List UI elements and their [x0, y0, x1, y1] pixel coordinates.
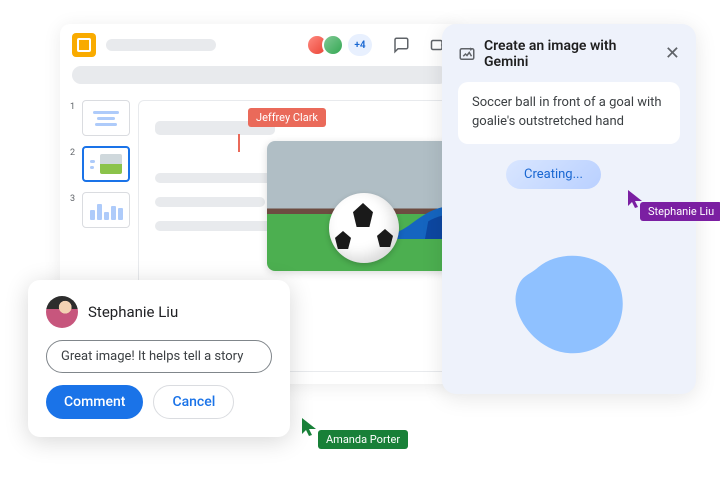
toolbar-placeholder[interactable]: [72, 66, 448, 84]
comment-input[interactable]: [46, 340, 272, 373]
collaborator-tag-amanda: Amanda Porter: [318, 430, 408, 449]
panel-title: Create an image with Gemini: [484, 38, 657, 70]
comment-cancel-button[interactable]: Cancel: [153, 385, 234, 419]
text-placeholder: [155, 197, 265, 207]
app-header: +4: [60, 24, 460, 66]
doc-title-placeholder[interactable]: [106, 39, 216, 51]
slide-thumbnail[interactable]: 1: [70, 100, 130, 136]
comment-submit-button[interactable]: Comment: [46, 385, 143, 419]
slides-logo-icon: [72, 33, 96, 57]
collaborator-more-count[interactable]: +4: [348, 34, 372, 56]
collaborator-caret: [238, 134, 240, 152]
collaborator-avatar[interactable]: [322, 34, 344, 56]
generate-image-icon: [458, 45, 476, 63]
avatar: [46, 296, 78, 328]
slide-thumbnail[interactable]: 3: [70, 192, 130, 228]
slide-thumbnail[interactable]: 2: [70, 146, 130, 182]
collaborator-avatars: +4: [312, 34, 372, 56]
text-placeholder: [155, 221, 280, 231]
gemini-status-chip: Creating...: [506, 160, 601, 189]
gemini-loading-blob: [502, 240, 642, 370]
comment-author: Stephanie Liu: [88, 303, 178, 321]
comments-icon[interactable]: [392, 36, 410, 54]
soccer-ball-icon: [329, 193, 399, 263]
close-icon[interactable]: ✕: [665, 45, 680, 63]
gemini-prompt-text[interactable]: Soccer ball in front of a goal with goal…: [458, 82, 680, 144]
collaborator-cursor: [302, 418, 316, 436]
collaborator-tag-jeffrey: Jeffrey Clark: [248, 108, 326, 127]
comment-popover: Stephanie Liu Comment Cancel: [28, 280, 290, 437]
collaborator-tag-stephanie: Stephanie Liu: [640, 202, 720, 221]
slide-image-soccer[interactable]: [267, 141, 457, 271]
